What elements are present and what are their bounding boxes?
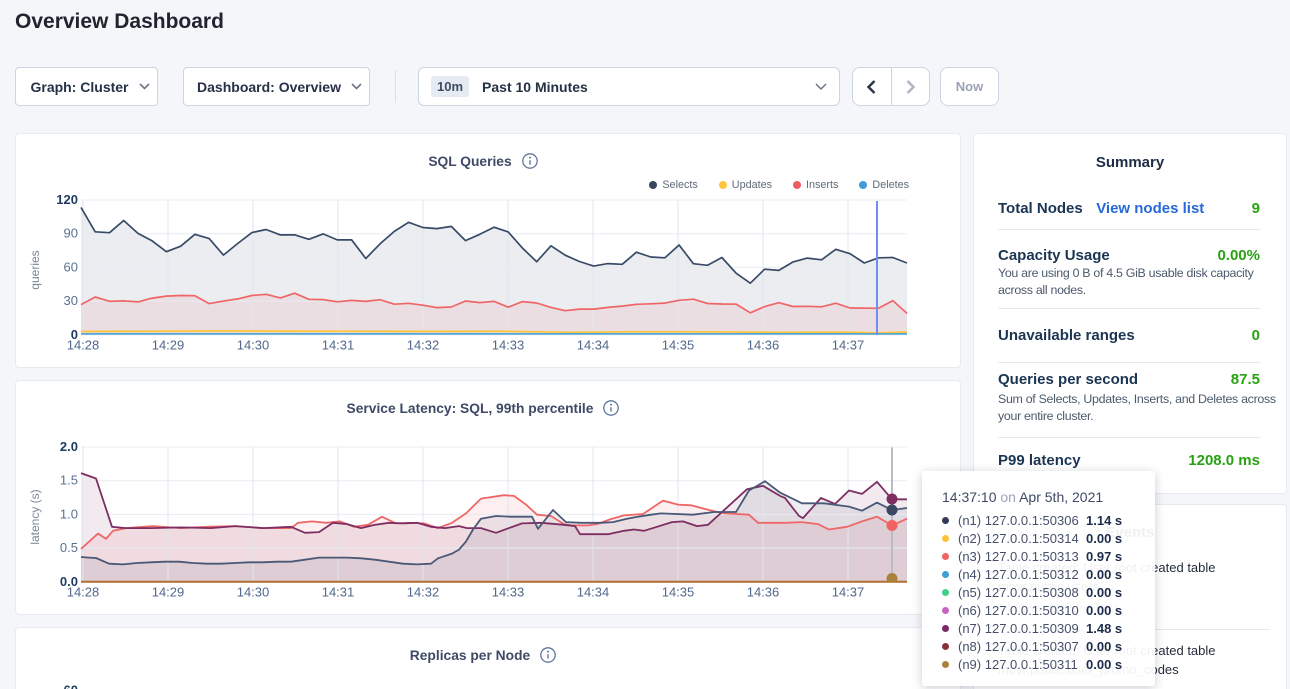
svg-text:60: 60: [64, 683, 78, 689]
svg-text:latency (s): latency (s): [28, 489, 42, 544]
svg-text:14:37: 14:37: [832, 338, 865, 353]
svg-text:14:29: 14:29: [152, 338, 185, 353]
svg-text:14:30: 14:30: [237, 338, 270, 353]
svg-text:30: 30: [64, 293, 78, 308]
svg-text:14:32: 14:32: [407, 338, 440, 353]
svg-text:60: 60: [64, 259, 78, 274]
svg-text:14:28: 14:28: [67, 585, 100, 600]
svg-text:14:36: 14:36: [747, 585, 780, 600]
svg-text:14:30: 14:30: [237, 585, 270, 600]
svg-text:120: 120: [56, 192, 78, 207]
svg-text:1.5: 1.5: [60, 473, 78, 488]
svg-text:14:35: 14:35: [662, 585, 695, 600]
svg-text:0.5: 0.5: [60, 540, 78, 555]
svg-text:1.0: 1.0: [60, 506, 78, 521]
svg-text:14:31: 14:31: [322, 338, 355, 353]
svg-text:14:36: 14:36: [747, 338, 780, 353]
svg-text:14:28: 14:28: [67, 338, 100, 353]
svg-text:14:29: 14:29: [152, 585, 185, 600]
svg-text:14:32: 14:32: [407, 585, 440, 600]
svg-text:14:34: 14:34: [577, 338, 610, 353]
svg-text:14:33: 14:33: [492, 338, 525, 353]
svg-text:90: 90: [64, 226, 78, 241]
svg-text:queries: queries: [28, 250, 42, 289]
svg-text:14:34: 14:34: [577, 585, 610, 600]
svg-text:14:37: 14:37: [832, 585, 865, 600]
svg-text:14:35: 14:35: [662, 338, 695, 353]
svg-text:14:31: 14:31: [322, 585, 355, 600]
svg-text:2.0: 2.0: [60, 439, 78, 454]
svg-text:14:33: 14:33: [492, 585, 525, 600]
